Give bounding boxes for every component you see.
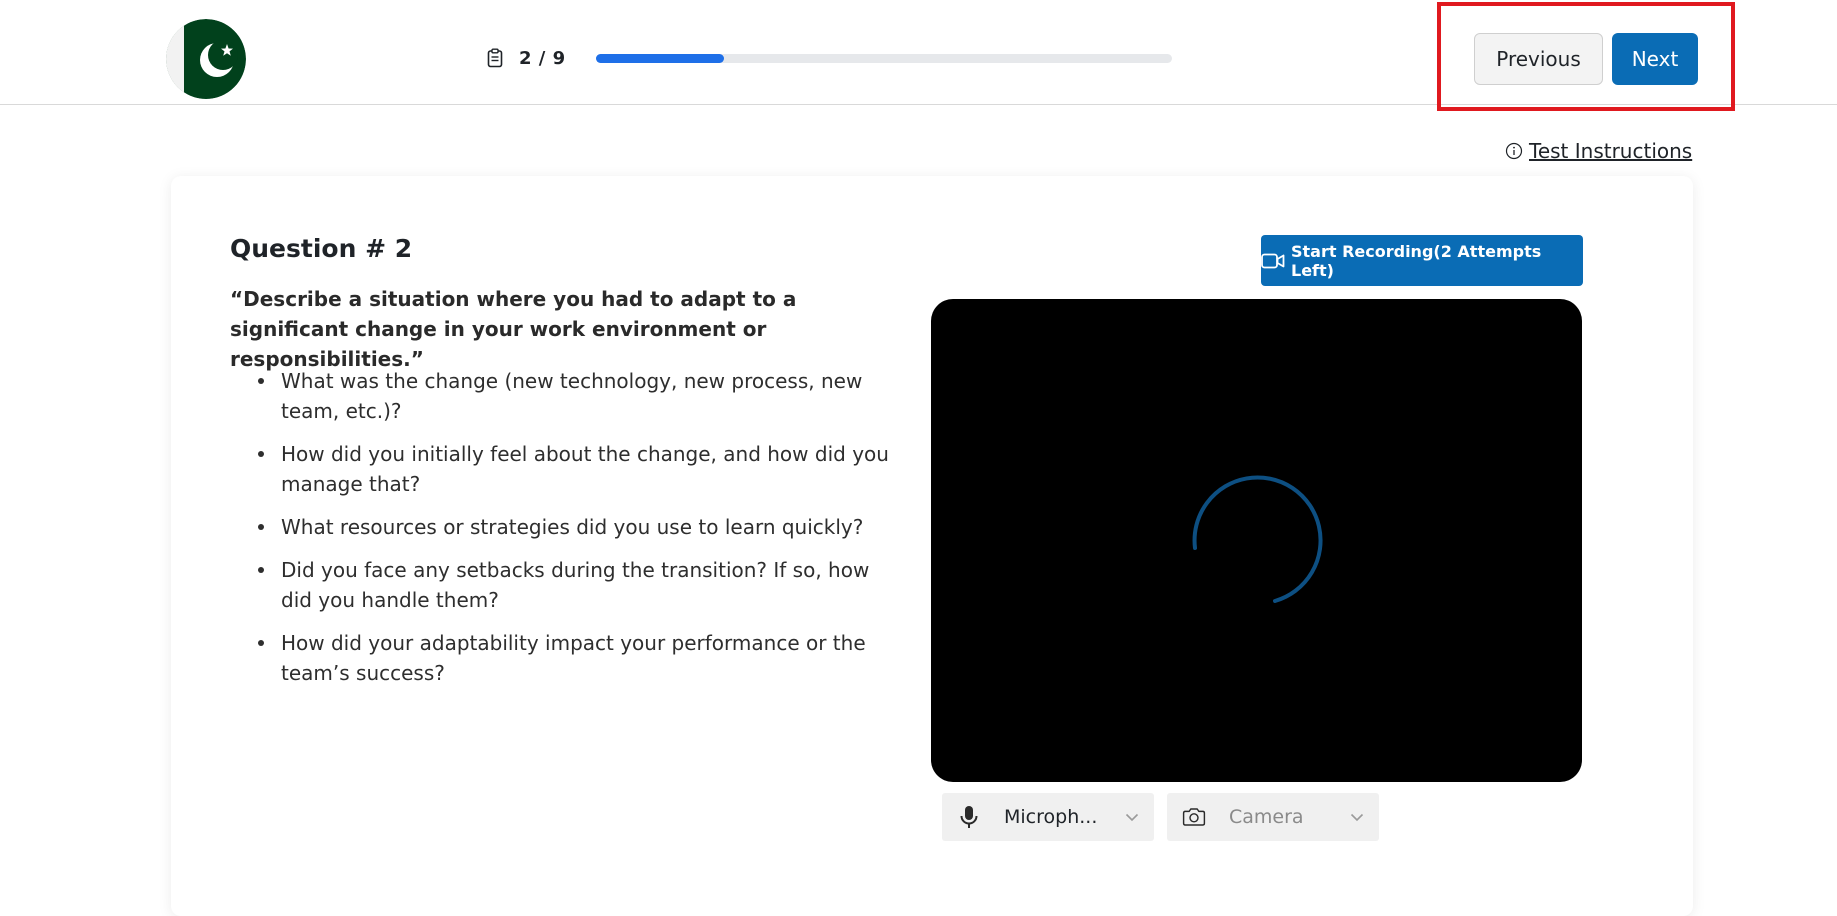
chevron-down-icon	[1349, 809, 1365, 825]
list-item: What was the change (new technology, new…	[251, 366, 891, 426]
bullet-text: What resources or strategies did you use…	[281, 515, 864, 539]
bullet-dot	[258, 567, 264, 573]
bullet-text: How did your adaptability impact your pe…	[281, 631, 866, 685]
list-item: How did your adaptability impact your pe…	[251, 628, 891, 688]
video-camera-icon	[1261, 253, 1285, 269]
bullet-text: How did you initially feel about the cha…	[281, 442, 889, 496]
progress-bar	[596, 54, 1172, 63]
progress-counter: 2 / 9	[519, 47, 566, 69]
start-recording-button[interactable]: Start Recording(2 Attempts Left)	[1261, 235, 1583, 286]
bullet-dot	[258, 524, 264, 530]
question-title: Question # 2	[230, 234, 413, 263]
chevron-down-icon	[1124, 809, 1140, 825]
microphone-select-value: Microph...	[1004, 806, 1098, 828]
test-instructions-label[interactable]: Test Instructions	[1529, 139, 1692, 163]
next-button[interactable]: Next	[1612, 33, 1698, 85]
info-icon	[1505, 142, 1523, 160]
progress-bar-fill	[596, 54, 724, 63]
bullet-text: What was the change (new technology, new…	[281, 369, 863, 423]
start-recording-label: Start Recording(2 Attempts Left)	[1291, 241, 1542, 280]
camera-icon	[1182, 805, 1206, 829]
camera-select-value: Camera	[1229, 806, 1304, 828]
list-item: What resources or strategies did you use…	[251, 512, 891, 542]
pakistan-flag-logo	[166, 19, 246, 99]
clipboard-icon	[487, 48, 505, 68]
camera-select[interactable]: Camera	[1167, 793, 1379, 841]
test-instructions-link[interactable]: Test Instructions	[1505, 137, 1692, 165]
microphone-select[interactable]: Microph...	[942, 793, 1154, 841]
loading-spinner	[1192, 475, 1323, 603]
previous-button[interactable]: Previous	[1474, 33, 1603, 85]
question-prompt: “Describe a situation where you had to a…	[230, 287, 797, 371]
top-header: 2 / 9 Previous Next	[0, 0, 1837, 111]
bullet-text: Did you face any setbacks during the tra…	[281, 558, 870, 612]
bullet-dot	[258, 451, 264, 457]
question-bullet-list: What was the change (new technology, new…	[251, 366, 891, 701]
microphone-icon	[957, 805, 981, 829]
bullet-dot	[258, 378, 264, 384]
question-progress: 2 / 9	[487, 46, 566, 70]
video-preview	[931, 299, 1582, 782]
list-item: Did you face any setbacks during the tra…	[251, 555, 891, 615]
list-item: How did you initially feel about the cha…	[251, 439, 891, 499]
question-card: Question # 2 “Describe a situation where…	[171, 176, 1693, 916]
bullet-dot	[258, 640, 264, 646]
